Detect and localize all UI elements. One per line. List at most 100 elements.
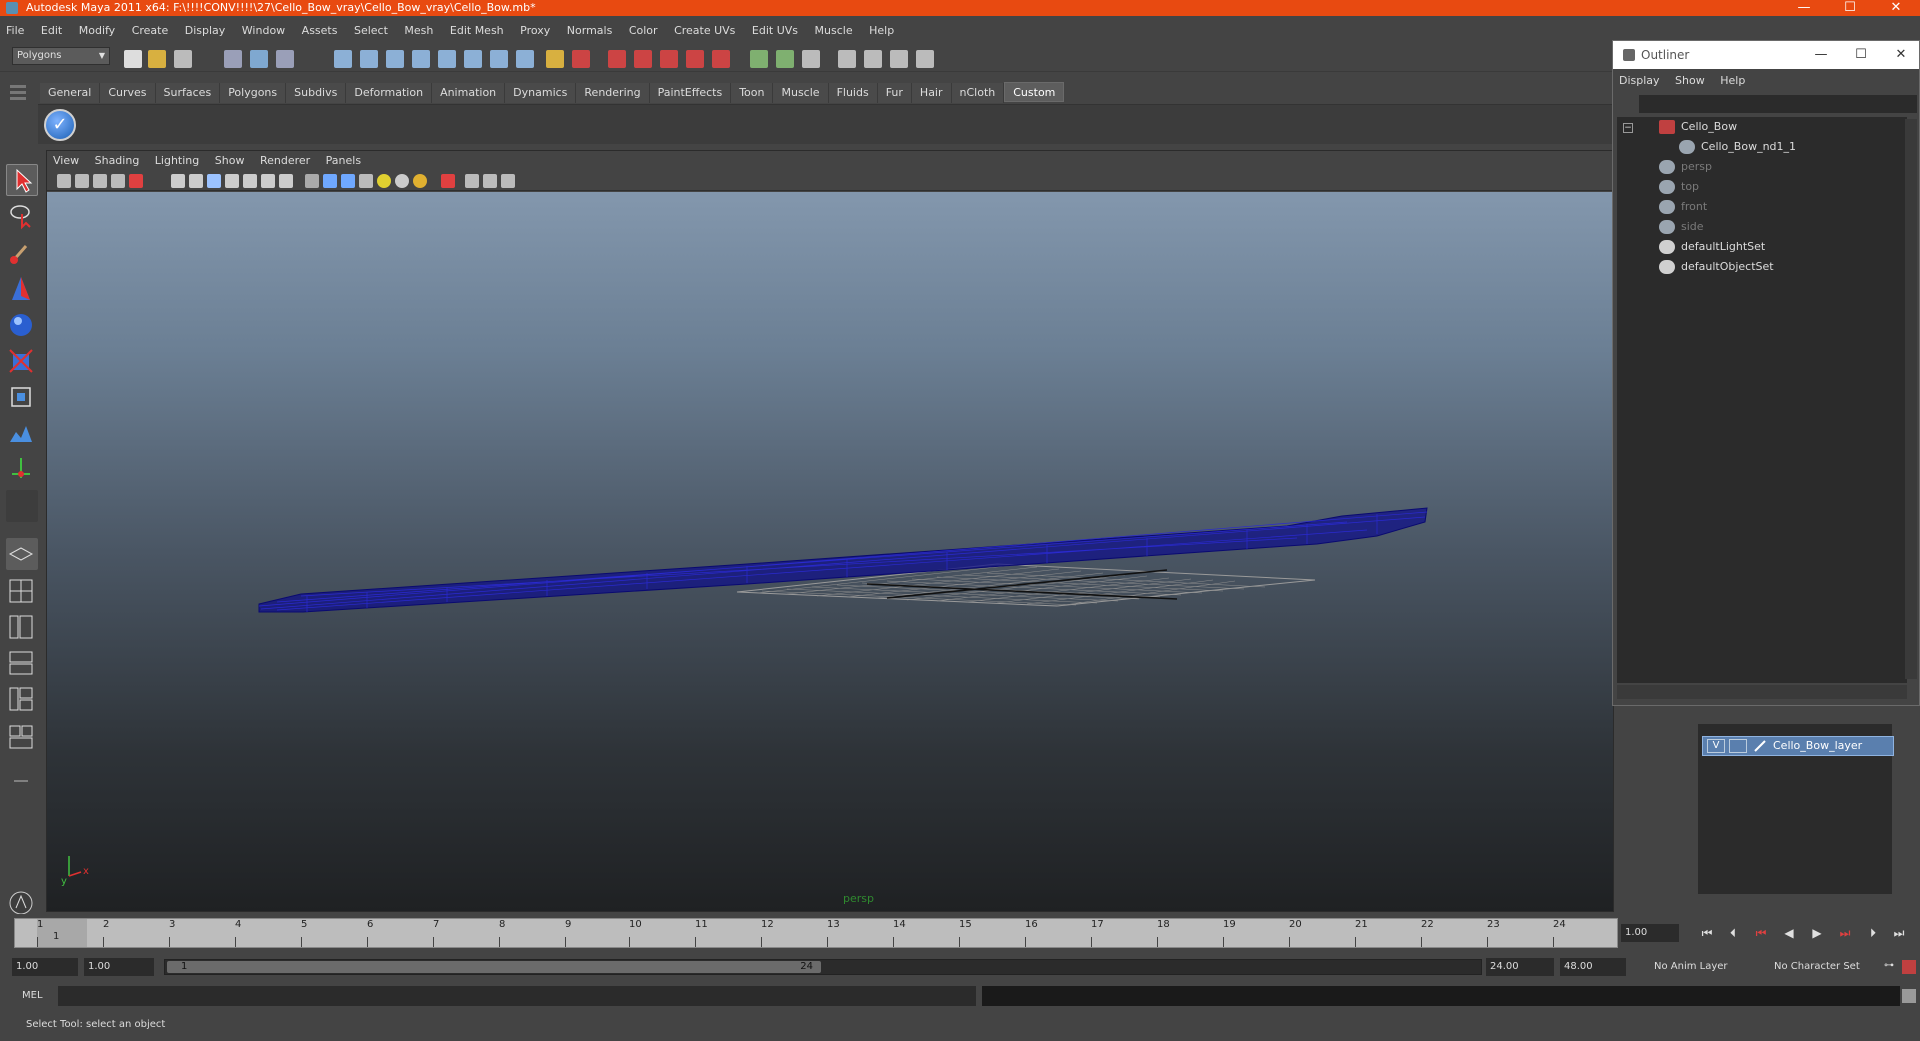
wireframe-icon[interactable] (171, 174, 185, 188)
xray-joints-icon[interactable] (341, 174, 355, 188)
select-by-hierarchy-icon[interactable] (224, 50, 242, 68)
select-misc-icon[interactable] (516, 50, 534, 68)
collapse-toggle-icon[interactable]: − (1623, 123, 1633, 133)
animation-preferences-icon[interactable] (1902, 960, 1916, 974)
viewport-menu-view[interactable]: View (47, 151, 85, 171)
select-deformations-icon[interactable] (438, 50, 456, 68)
auto-key-icon[interactable]: ⊶ (1884, 960, 1898, 974)
shelf-tab-dynamics[interactable]: Dynamics (505, 83, 577, 103)
high-quality-icon[interactable] (279, 174, 293, 188)
persp-outliner-layout-icon[interactable] (6, 612, 38, 644)
shelf-tab-rendering[interactable]: Rendering (576, 83, 650, 103)
shelf-tab-curves[interactable]: Curves (100, 83, 156, 103)
construction-history-icon[interactable] (802, 50, 820, 68)
shelf-tab-custom[interactable]: Custom (1004, 82, 1065, 102)
layer-display-type-toggle[interactable] (1729, 739, 1747, 753)
open-scene-icon[interactable] (148, 50, 166, 68)
anim-layer-dropdown[interactable]: No Anim Layer (1650, 958, 1756, 976)
shelf-tab-hair[interactable]: Hair (911, 83, 952, 103)
bookmarks-icon[interactable] (93, 174, 107, 188)
select-dynamics-icon[interactable] (464, 50, 482, 68)
outliner-item-top[interactable]: top (1659, 177, 1699, 197)
viewport-menu-panels[interactable]: Panels (320, 151, 367, 171)
outliner-item-front[interactable]: front (1659, 197, 1707, 217)
highlight-selection-icon[interactable] (572, 50, 590, 68)
checkmark-icon[interactable]: ✓ (44, 109, 76, 141)
viewport-menu-show[interactable]: Show (209, 151, 251, 171)
lock-selection-icon[interactable] (546, 50, 564, 68)
shelf-tab-subdivs[interactable]: Subdivs (286, 83, 347, 103)
shadows-icon[interactable] (261, 174, 275, 188)
new-scene-icon[interactable] (124, 50, 142, 68)
resolution-gate-icon[interactable] (129, 174, 143, 188)
select-tool-icon[interactable] (6, 164, 38, 196)
render-settings-icon[interactable] (916, 50, 934, 68)
last-tool-slot-icon[interactable] (6, 490, 38, 522)
shelf-tab-painteffects[interactable]: PaintEffects (649, 83, 732, 103)
start-time-field[interactable]: 1.00 (12, 958, 78, 976)
layout-options-icon[interactable] (6, 766, 38, 798)
outliner-item-side[interactable]: side (1659, 217, 1704, 237)
command-language-label[interactable]: MEL (14, 988, 54, 1004)
snap-view-plane-icon[interactable] (686, 50, 704, 68)
checker-icon[interactable] (359, 174, 373, 188)
shelf-tab-ncloth[interactable]: nCloth (951, 83, 1005, 103)
menu-proxy[interactable]: Proxy (514, 20, 557, 42)
viewport-menu-lighting[interactable]: Lighting (149, 151, 205, 171)
menu-create[interactable]: Create (126, 20, 176, 42)
viewport-menu-shading[interactable]: Shading (89, 151, 146, 171)
input-output-icon[interactable] (776, 50, 794, 68)
layer-visibility-toggle[interactable]: V (1707, 739, 1725, 753)
select-handles-icon[interactable] (334, 50, 352, 68)
isolate-select-icon[interactable] (305, 174, 319, 188)
shelf-tab-fur[interactable]: Fur (877, 83, 912, 103)
safe-action-icon[interactable] (483, 174, 497, 188)
menu-file[interactable]: File (0, 20, 31, 42)
menu-select[interactable]: Select (348, 20, 395, 42)
shelf-tab-general[interactable]: General (40, 83, 101, 103)
save-scene-icon[interactable] (174, 50, 192, 68)
outliner-menu-show[interactable]: Show (1669, 71, 1711, 91)
lasso-tool-icon[interactable] (6, 200, 38, 232)
outliner-close-button[interactable]: ✕ (1881, 41, 1920, 69)
outliner-minimize-button[interactable]: — (1801, 41, 1841, 69)
move-tool-icon[interactable] (6, 274, 38, 306)
viewport-canvas[interactable]: y x persp (47, 192, 1613, 911)
ipr-render-icon[interactable] (890, 50, 908, 68)
persp-graph-layout-icon[interactable] (6, 648, 38, 680)
range-slider-track[interactable]: 1 24 (164, 959, 1482, 975)
menu-muscle[interactable]: Muscle (809, 20, 860, 42)
outliner-vertical-scrollbar[interactable] (1905, 119, 1917, 679)
field-chart-icon[interactable] (501, 174, 515, 188)
viewport-menu-renderer[interactable]: Renderer (254, 151, 316, 171)
film-gate-icon[interactable] (465, 174, 479, 188)
menu-mesh[interactable]: Mesh (398, 20, 440, 42)
shelf-menu-handle[interactable] (10, 82, 26, 142)
menu-create-uvs[interactable]: Create UVs (668, 20, 742, 42)
camera-attributes-icon[interactable] (75, 174, 89, 188)
maximize-button[interactable]: ☐ (1830, 0, 1870, 16)
persp-graph-hypershade-layout-icon[interactable] (6, 722, 38, 754)
single-perspective-layout-icon[interactable] (6, 538, 38, 570)
menu-edit-uvs[interactable]: Edit UVs (746, 20, 805, 42)
close-button[interactable]: ✕ (1876, 0, 1916, 16)
outliner-menu-display[interactable]: Display (1613, 71, 1666, 91)
scale-tool-icon[interactable] (6, 346, 38, 378)
outliner-item-cello-bow-nd1-1[interactable]: Cello_Bow_nd1_1 (1679, 137, 1796, 157)
menu-set-dropdown[interactable]: Polygons ▼ (12, 47, 110, 65)
step-back-key-icon[interactable]: ⏮ (1752, 926, 1770, 940)
universal-manipulator-icon[interactable] (6, 382, 38, 414)
select-camera-icon[interactable] (57, 174, 71, 188)
outliner-item-cello-bow[interactable]: Cello_Bow (1659, 117, 1737, 137)
select-rendering-icon[interactable] (490, 50, 508, 68)
menu-window[interactable]: Window (236, 20, 292, 42)
menu-edit-mesh[interactable]: Edit Mesh (444, 20, 511, 42)
outliner-item-default-object-set[interactable]: defaultObjectSet (1659, 257, 1774, 277)
image-plane-icon[interactable] (111, 174, 125, 188)
select-joints-icon[interactable] (360, 50, 378, 68)
textured-icon[interactable] (225, 174, 239, 188)
menu-help[interactable]: Help (863, 20, 901, 42)
script-editor-icon[interactable] (1902, 989, 1916, 1003)
time-slider-track[interactable]: 1 1 2 3 4 5 6 7 8 9 10 11 12 13 14 15 16… (14, 918, 1618, 948)
smooth-shade-icon[interactable] (189, 174, 203, 188)
